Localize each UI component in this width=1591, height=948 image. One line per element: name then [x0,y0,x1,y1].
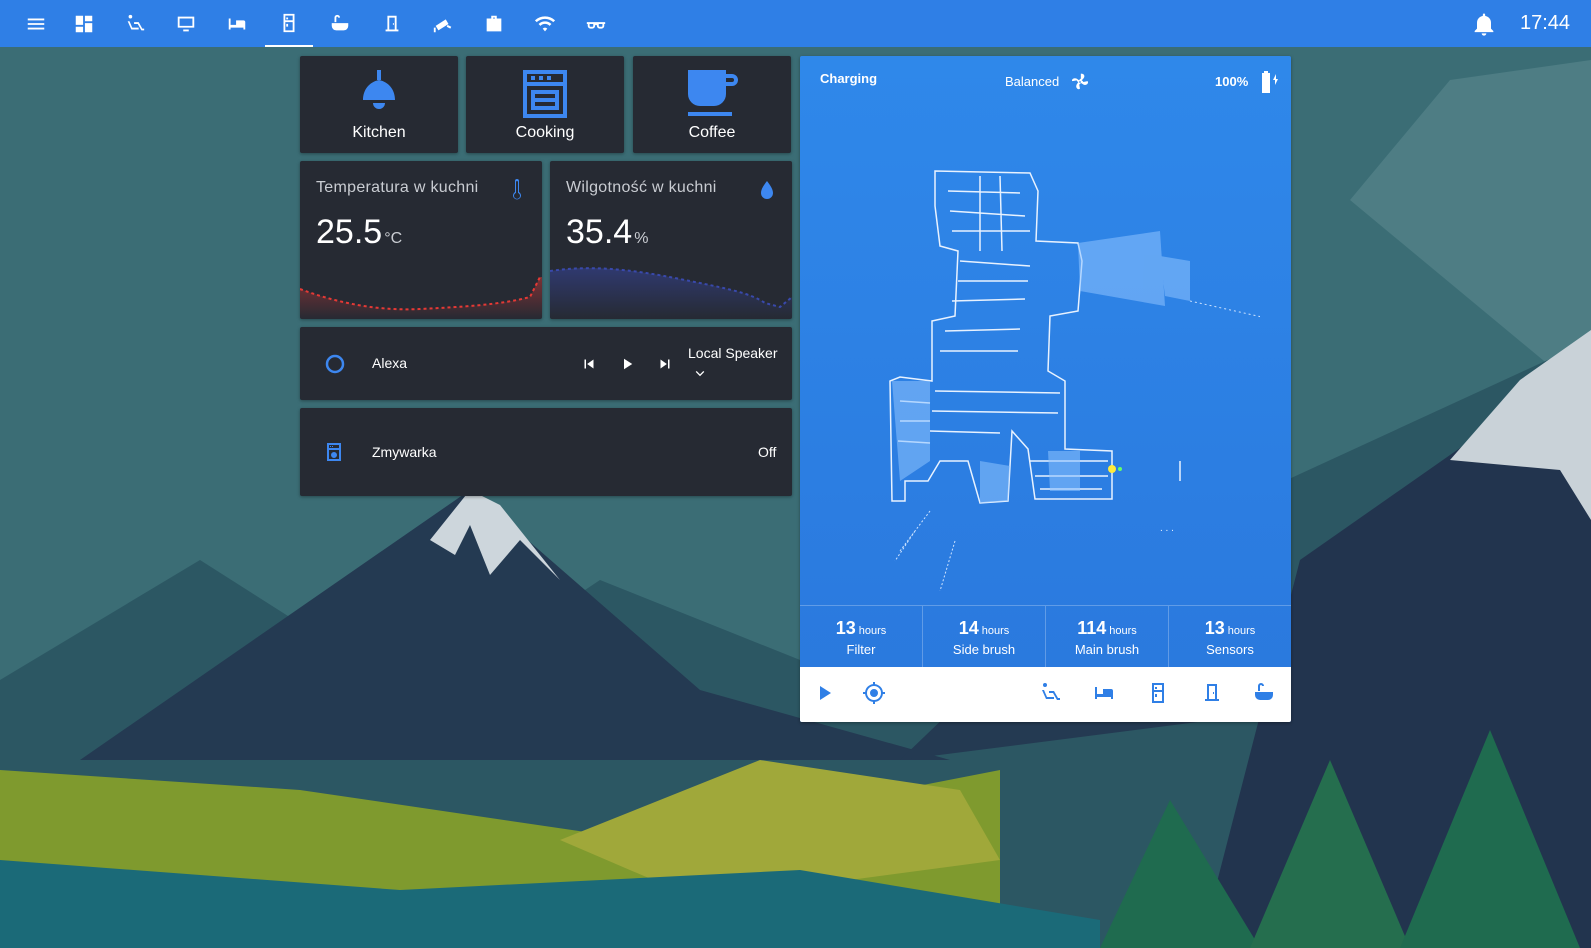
media-player-name: Alexa [372,355,408,371]
background-landscape [0,0,1591,948]
tile-label: Kitchen [352,124,406,141]
bed-icon[interactable] [213,0,261,47]
consumable-sensors: 13 hours Sensors [1204,618,1256,657]
notifications-bell-icon[interactable] [1470,10,1498,38]
ceiling-lamp-icon [363,70,395,109]
sensor-value: 35.4% [566,213,649,251]
consumable-main-brush: 114 hours Main brush [1046,606,1169,667]
coffee-cup-icon [688,70,738,116]
vacuum-status: Charging [820,71,878,86]
play-icon[interactable] [618,355,636,373]
battery-level: 100% [1215,74,1249,89]
fan-mode[interactable]: Balanced [1005,74,1059,89]
dishwasher-icon [327,443,341,461]
sensor-title: Wilgotność w kuchni [566,179,717,196]
humidity-history-graph [550,267,792,319]
locate-icon[interactable] [862,681,890,709]
consumable-filter: 13 hours Filter [800,606,923,667]
consumable-side-brush: 14 hours Side brush [923,606,1046,667]
thermometer-icon [513,179,521,200]
dashboard-icon[interactable] [60,0,108,47]
top-app-bar: 17:44 [0,0,1591,47]
fridge-icon[interactable] [265,0,313,47]
fan-icon[interactable] [1070,72,1090,92]
briefcase-icon[interactable] [470,0,518,47]
next-track-icon[interactable] [656,355,674,373]
stove-icon [523,70,567,118]
clean-room-fridge-icon[interactable] [1146,681,1174,709]
tile-kitchen[interactable]: Kitchen [300,56,458,153]
clean-room-bathtub-icon[interactable] [1252,681,1280,709]
battery-charging-icon [1262,71,1278,93]
tile-label: Cooking [515,124,575,141]
wifi-icon[interactable] [521,0,569,47]
previous-track-icon[interactable] [580,355,598,373]
switch-name: Zmywarka [372,444,437,460]
temperature-history-graph [300,276,542,319]
consumables-stats: 13 hours Filter 14 hours Side brush 114 hours… [800,605,1291,667]
switch-state[interactable]: Off [758,444,776,460]
sensor-card-humidity[interactable]: Wilgotność w kuchni 35.4% [550,161,792,319]
monitor-icon[interactable] [162,0,210,47]
sensor-card-temperature[interactable]: Temperatura w kuchni 25.5 °C [300,161,542,319]
sensor-value: 25.5 °C [316,213,403,251]
vacuum-position-marker [1108,465,1116,473]
seat-icon[interactable] [111,0,159,47]
vacuum-map: . . . [889,170,1260,591]
clean-room-door-icon[interactable] [1200,681,1228,709]
bathtub-icon[interactable] [316,0,364,47]
switch-card-dishwasher[interactable]: Zmywarka Off [300,408,792,496]
tile-label: Coffee [688,124,736,141]
media-player-card: Alexa Local Speaker [300,327,792,400]
chevron-down-icon[interactable] [692,365,708,381]
clean-room-seat-icon[interactable] [1038,681,1066,709]
sensor-title: Temperatura w kuchni [316,179,479,196]
menu-icon[interactable] [12,0,60,47]
door-icon[interactable] [368,0,416,47]
tile-cooking[interactable]: Cooking [466,56,624,153]
vacuum-card: Charging Balanced 100% . . . 13 hours Filt… [800,56,1291,722]
tile-coffee[interactable]: Coffee [633,56,791,153]
clock: 17:44 [1520,12,1571,34]
svg-text:. . .: . . . [1160,523,1174,534]
vacuum-action-bar [800,667,1291,722]
source-select[interactable]: Local Speaker [688,345,778,361]
humidity-drop-icon [761,181,773,199]
alexa-ring-icon [325,354,345,374]
start-cleaning-icon[interactable] [812,681,840,709]
cctv-icon[interactable] [419,0,467,47]
clean-room-bed-icon[interactable] [1092,681,1120,709]
glasses-icon[interactable] [572,0,620,47]
